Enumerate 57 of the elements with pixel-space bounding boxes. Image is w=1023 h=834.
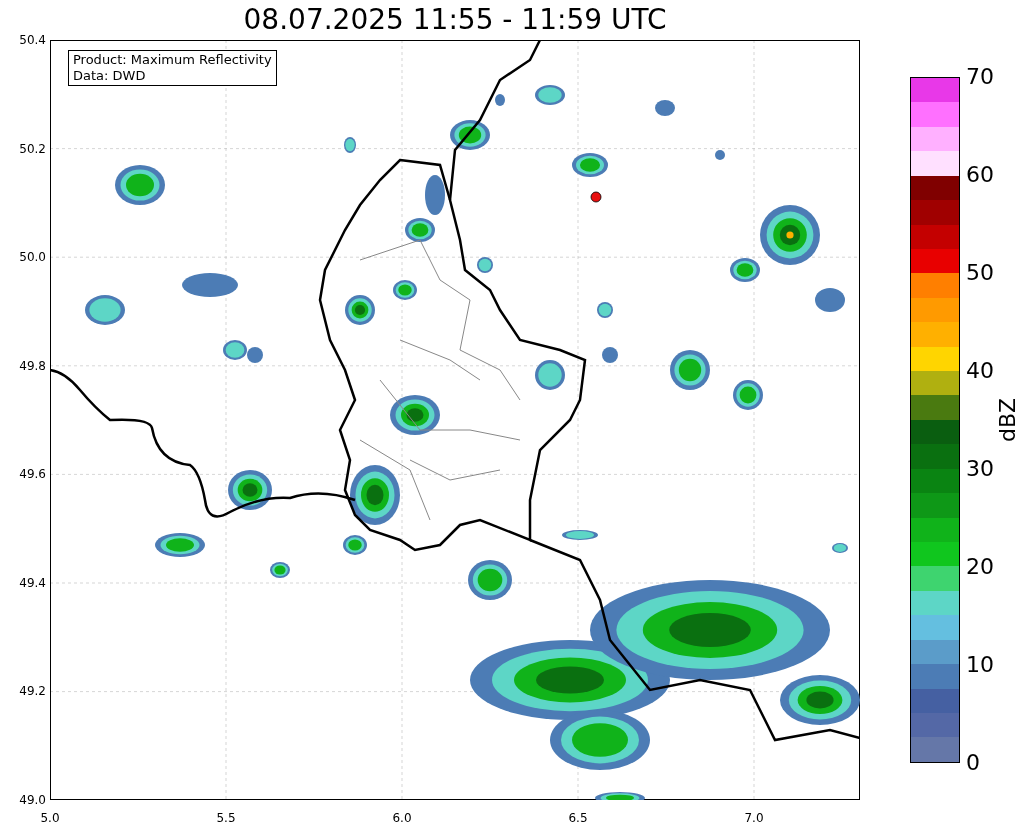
- radar-echo: [450, 120, 490, 150]
- axis-tick-label: 50.0: [19, 249, 46, 266]
- colorbar-tick-label: 0: [966, 751, 981, 775]
- axis-tick-label: 6.0: [391, 810, 413, 826]
- radar-echo: [670, 350, 710, 390]
- location-marker: [590, 191, 602, 203]
- radar-echo: [343, 535, 367, 555]
- axis-tick-label: 49.4: [19, 574, 46, 591]
- radar-echo: [495, 94, 505, 106]
- radar-echo: [535, 85, 565, 105]
- radar-echo: [572, 153, 608, 177]
- radar-echo: [350, 465, 400, 525]
- radar-echo: [85, 295, 125, 325]
- colorbar-tick-label: 60: [966, 163, 994, 187]
- axis-tick-label: 49.6: [19, 466, 46, 483]
- axis-tick-label: 5.0: [39, 810, 61, 826]
- radar-echo: [655, 100, 675, 116]
- radar-echo: [155, 533, 205, 557]
- legend-text: Product: Maximum Reflectivity: [73, 52, 272, 68]
- axis-tick-label: 49.8: [19, 357, 46, 374]
- radar-echo: [535, 360, 565, 390]
- colorbar-tick-label: 50: [966, 261, 994, 285]
- radar-echo: [477, 257, 493, 273]
- radar-echo: [425, 175, 445, 215]
- axis-tick-label: 5.5: [215, 810, 237, 826]
- radar-echo: [832, 543, 848, 553]
- colorbar-label: dBZ: [997, 397, 1020, 443]
- axis-tick-label: 50.4: [19, 32, 46, 48]
- colorbar-tick-label: 30: [966, 457, 994, 481]
- radar-echo: [597, 302, 613, 318]
- colorbar-tick-label: 70: [966, 65, 994, 89]
- radar-echo: [345, 295, 375, 325]
- radar-echo: [344, 137, 356, 153]
- radar-echo: [468, 560, 512, 600]
- axis-tick-label: 6.5: [567, 810, 589, 826]
- radar-echo: [182, 273, 238, 297]
- radar-echo: [815, 288, 845, 312]
- radar-echo: [270, 562, 290, 578]
- radar-echo: [595, 792, 645, 800]
- radar-echo: [602, 347, 618, 363]
- radar-echo: [390, 395, 440, 435]
- colorbar-tick-label: 20: [966, 555, 994, 579]
- legend-text: Data: DWD: [73, 68, 147, 84]
- radar-echo: [562, 530, 598, 540]
- radar-echo: [393, 280, 417, 300]
- radar-echo: [405, 218, 435, 242]
- colorbar-tick-label: 40: [966, 359, 994, 383]
- axis-tick-label: 49.2: [19, 683, 46, 700]
- chart-title: 08.07.2025 11:55 - 11:59 UTC: [243, 6, 667, 34]
- radar-echo: [733, 380, 763, 410]
- radar-echo: [115, 165, 165, 205]
- axis-tick-label: 49.0: [19, 791, 46, 808]
- radar-echo: [715, 150, 725, 160]
- axis-tick-label: 50.2: [19, 140, 46, 157]
- colorbar-tick-label: 10: [966, 653, 994, 677]
- radar-echo: [228, 470, 272, 510]
- axis-tick-label: 7.0: [743, 810, 765, 826]
